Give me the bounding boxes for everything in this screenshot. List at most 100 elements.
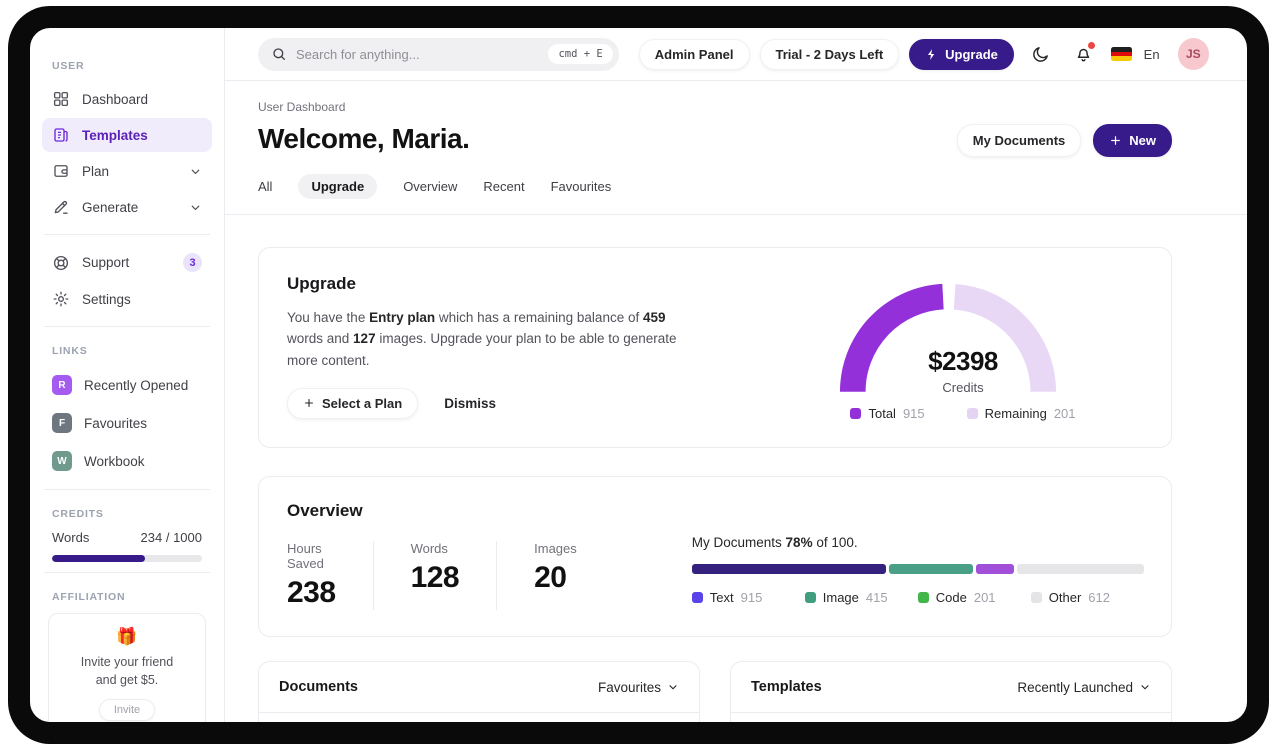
- upgrade-button[interactable]: Upgrade: [909, 38, 1014, 70]
- bar-legend: Text 915 Image 415 Code 201 Other 612: [691, 590, 1144, 605]
- tab-upgrade[interactable]: Upgrade: [298, 174, 378, 199]
- sidebar-item-settings[interactable]: Settings: [42, 282, 212, 316]
- credits-progress-bar: [52, 555, 202, 562]
- stat-words: Words 128: [372, 541, 497, 610]
- bar-segment-image: [889, 564, 973, 574]
- sidebar-item-support[interactable]: Support 3: [42, 245, 212, 280]
- page-title: Welcome, Maria.: [258, 123, 470, 154]
- bar-segment-other: [1017, 564, 1144, 574]
- upgrade-card: Upgrade You have the Entry plan which ha…: [258, 247, 1172, 448]
- overview-card-title: Overview: [287, 501, 363, 520]
- device-frame: USER Dashboard Templates Plan Generate S…: [8, 6, 1269, 744]
- divider: [44, 234, 210, 235]
- chevron-down-icon: [191, 205, 200, 210]
- language-label[interactable]: En: [1144, 47, 1160, 62]
- dismiss-button[interactable]: Dismiss: [444, 396, 496, 411]
- trial-button[interactable]: Trial - 2 Days Left: [759, 38, 900, 70]
- documents-usage-text: My Documents 78% of 100.: [691, 535, 858, 550]
- sidebar-item-generate[interactable]: Generate: [42, 190, 212, 224]
- breadcrumb: User Dashboard: [258, 100, 346, 114]
- document-list-item[interactable]: Untitled Document in Workbook: [259, 713, 699, 722]
- legend-item-remaining: Remaining 201: [966, 406, 1076, 421]
- stat-hours-saved: Hours Saved 238: [287, 541, 336, 609]
- link-badge: R: [52, 375, 72, 395]
- language-flag-icon[interactable]: [1110, 47, 1132, 61]
- bar-segment-text: [691, 564, 887, 574]
- tab-all[interactable]: All: [258, 174, 272, 199]
- gauge-value: $2398: [928, 346, 998, 376]
- sidebar-item-label: Support: [82, 255, 130, 270]
- credits-gauge-chart: $2398 Credits Total 915 Remaining 201: [823, 274, 1103, 421]
- legend-swatch: [691, 592, 703, 603]
- credits-progress-fill: [52, 555, 145, 562]
- sidebar-section-user: USER: [52, 60, 85, 72]
- legend-item-text: Text 915: [691, 590, 805, 605]
- dark-mode-toggle[interactable]: [1024, 37, 1057, 71]
- notifications-button[interactable]: [1067, 37, 1100, 71]
- template-list-item[interactable]: Blog Post Title in Workbook: [731, 713, 1171, 722]
- chevron-down-icon: [191, 169, 200, 174]
- tab-favourites[interactable]: Favourites: [551, 174, 612, 199]
- divider: [44, 489, 210, 490]
- templates-card-title: Templates: [751, 679, 822, 695]
- select-plan-button[interactable]: Select a Plan: [287, 387, 419, 419]
- avatar[interactable]: JS: [1177, 38, 1209, 70]
- upgrade-card-body: You have the Entry plan which has a rema…: [287, 310, 677, 368]
- sidebar-item-plan[interactable]: Plan: [42, 154, 212, 188]
- affiliation-text-line1: Invite your friend: [80, 655, 174, 669]
- sidebar-item-label: Dashboard: [82, 91, 149, 107]
- credits-value: 234 / 1000: [140, 530, 202, 545]
- moon-icon: [1033, 46, 1048, 62]
- legend-item-code: Code 201: [917, 590, 1031, 605]
- new-button[interactable]: New: [1093, 124, 1172, 157]
- sidebar-link-favourites[interactable]: F Favourites: [42, 405, 212, 441]
- sidebar-item-label: Generate: [82, 199, 139, 215]
- sidebar-item-label: Workbook: [84, 453, 145, 469]
- overview-stats: Hours Saved 238 Words 128 Images 20: [287, 541, 614, 610]
- wallet-icon: [54, 165, 68, 177]
- search-box[interactable]: cmd + E: [258, 37, 619, 71]
- legend-item-other: Other 612: [1030, 590, 1144, 605]
- templates-filter-dropdown[interactable]: Recently Launched: [1017, 680, 1151, 695]
- divider: [44, 572, 210, 573]
- upgrade-card-title: Upgrade: [287, 274, 356, 293]
- grid-icon: [53, 91, 69, 107]
- sidebar-item-dashboard[interactable]: Dashboard: [42, 82, 212, 116]
- topbar: cmd + E Admin Panel Trial - 2 Days Left …: [225, 28, 1247, 81]
- credits-label: Words: [52, 530, 90, 545]
- tab-bar: All Upgrade Overview Recent Favourites: [258, 174, 1172, 199]
- sidebar-item-label: Templates: [82, 127, 148, 143]
- chevron-down-icon: [669, 685, 677, 690]
- sidebar-item-templates[interactable]: Templates: [42, 118, 212, 152]
- notification-dot: [1087, 42, 1095, 49]
- main-content: User Dashboard Welcome, Maria. My Docume…: [225, 81, 1247, 722]
- invite-button[interactable]: Invite: [98, 699, 156, 722]
- tab-overview[interactable]: Overview: [403, 174, 457, 199]
- divider: [44, 326, 210, 327]
- sidebar-section-links: LINKS: [52, 345, 88, 357]
- search-input[interactable]: [296, 46, 540, 62]
- gift-icon: 🎁: [116, 627, 138, 646]
- affiliation-card: 🎁 Invite your friend and get $5. Invite: [48, 613, 206, 722]
- sidebar-link-workbook[interactable]: W Workbook: [42, 443, 212, 479]
- stacked-bar: [691, 564, 1144, 574]
- tab-recent[interactable]: Recent: [483, 174, 524, 199]
- sidebar-item-label: Settings: [82, 291, 131, 307]
- gear-icon: [53, 291, 69, 307]
- gauge-legend: Total 915 Remaining 201: [823, 406, 1103, 421]
- select-plan-label: Select a Plan: [322, 395, 403, 411]
- legend-swatch: [1030, 592, 1042, 603]
- bar-segment-code: [975, 564, 1015, 574]
- overview-card: Overview Hours Saved 238 Words 128 Image…: [258, 476, 1172, 637]
- sidebar-item-label: Plan: [82, 163, 110, 179]
- documents-filter-dropdown[interactable]: Favourites: [598, 680, 679, 695]
- admin-panel-button[interactable]: Admin Panel: [638, 38, 750, 70]
- legend-item-total: Total 915: [850, 406, 925, 421]
- sidebar-section-credits: CREDITS: [52, 508, 104, 520]
- my-documents-button[interactable]: My Documents: [956, 124, 1082, 157]
- new-button-label: New: [1129, 133, 1156, 148]
- plus-icon: [1111, 136, 1121, 145]
- sidebar-link-recently-opened[interactable]: R Recently Opened: [42, 367, 212, 403]
- plus-icon: [304, 399, 314, 408]
- app-window: USER Dashboard Templates Plan Generate S…: [30, 28, 1247, 722]
